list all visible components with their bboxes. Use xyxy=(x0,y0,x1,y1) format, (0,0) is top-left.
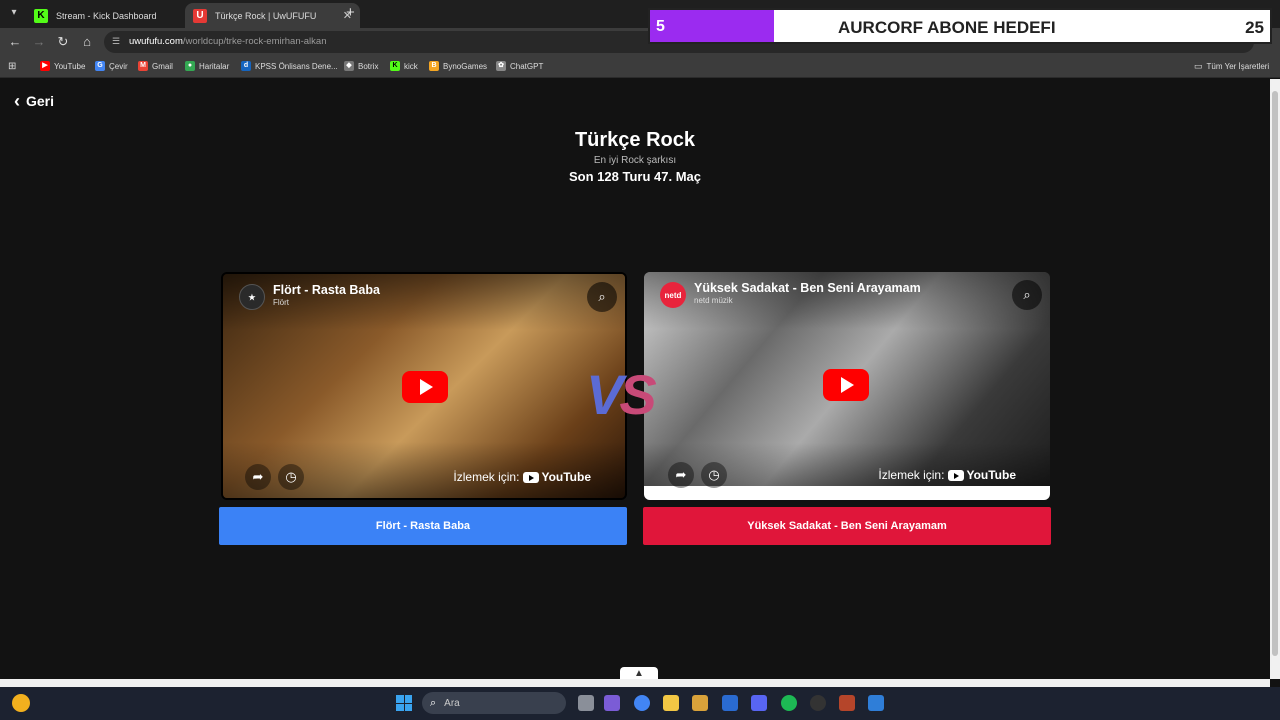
kick-icon: K xyxy=(390,61,400,71)
video-player-right[interactable]: netd Yüksek Sadakat - Ben Seni Arayamam … xyxy=(644,272,1050,500)
page-content: ‹ Geri Türkçe Rock En iyi Rock şarkısı S… xyxy=(0,79,1270,693)
tab-label: Türkçe Rock | UwUFUFU xyxy=(215,10,317,21)
reload-icon[interactable]: ↻ xyxy=(55,34,71,50)
subscriber-goal-overlay: 5 AURCORF ABONE HEDEFI 25 xyxy=(648,8,1272,44)
zoom-in-icon[interactable]: ⌕ xyxy=(1012,280,1042,310)
vertical-scrollbar[interactable] xyxy=(1270,79,1280,679)
app-icon[interactable] xyxy=(868,695,884,711)
windows-start-icon[interactable] xyxy=(396,695,412,711)
goal-progress-fill xyxy=(650,10,774,42)
bynogames-icon: B xyxy=(429,61,439,71)
channel-avatar[interactable]: ★ xyxy=(239,284,265,310)
back-button[interactable]: ‹ Geri xyxy=(14,91,54,111)
goal-target: 25 xyxy=(1245,18,1264,37)
forward-arrow-icon[interactable]: → xyxy=(31,34,47,50)
weather-icon[interactable] xyxy=(12,694,30,712)
gmail-icon: M xyxy=(138,61,148,71)
chevron-left-icon: ‹ xyxy=(14,91,20,111)
chatgpt-icon: ✿ xyxy=(496,61,506,71)
tab-kick-dashboard[interactable]: K Stream - Kick Dashboard ✕ xyxy=(26,3,201,28)
watch-on-youtube[interactable]: İzlemek için: YouTube xyxy=(878,468,1016,482)
horizontal-scrollbar[interactable] xyxy=(0,679,1270,687)
site-info-icon[interactable]: ☰ xyxy=(112,36,124,48)
choose-right-button[interactable]: Yüksek Sadakat - Ben Seni Arayamam xyxy=(643,507,1051,545)
folder-icon: ▭ xyxy=(1194,61,1203,71)
video-player-left[interactable]: ★ Flört - Rasta Baba Flört ⌕ ➦ ◷ İzlemek… xyxy=(221,272,627,500)
bookmark-youtube[interactable]: ▶ YouTube xyxy=(40,61,85,71)
media-app-icon[interactable] xyxy=(692,695,708,711)
video-channel[interactable]: netd müzik xyxy=(694,296,733,305)
obs-icon[interactable] xyxy=(810,695,826,711)
bookmark-kick[interactable]: Kkick xyxy=(390,61,418,71)
apps-icon[interactable]: ⊞ xyxy=(8,61,16,72)
watch-later-icon[interactable]: ◷ xyxy=(278,464,304,490)
bookmarks-bar: ⊞ ▶ YouTube G Çevir M Gmail ● Haritalar d KPS… xyxy=(0,56,1280,78)
round-info: Son 128 Turu 47. Maç xyxy=(569,169,701,184)
watch-later-icon[interactable]: ◷ xyxy=(701,462,727,488)
youtube-logo: YouTube xyxy=(948,468,1016,482)
bookmark-botrix[interactable]: ◆ Botrix xyxy=(344,61,378,71)
bookmark-chatgpt[interactable]: ✿ ChatGPT xyxy=(496,61,543,71)
spotify-icon[interactable] xyxy=(781,695,797,711)
discord-icon[interactable] xyxy=(751,695,767,711)
back-arrow-icon[interactable]: ← xyxy=(7,34,23,50)
channel-avatar[interactable]: netd xyxy=(660,282,686,308)
video-channel[interactable]: Flört xyxy=(273,298,289,307)
game-app-icon[interactable] xyxy=(839,695,855,711)
search-icon: ⌕ xyxy=(430,696,437,709)
youtube-logo: YouTube xyxy=(523,470,591,484)
maps-icon: ● xyxy=(185,61,195,71)
video-title[interactable]: Yüksek Sadakat - Ben Seni Arayamam xyxy=(694,281,921,295)
url-text: uwufufu.com/worldcup/trke-rock-emirhan-a… xyxy=(129,36,327,47)
file-explorer-icon[interactable] xyxy=(663,695,679,711)
play-button-icon[interactable] xyxy=(402,371,448,403)
video-title[interactable]: Flört - Rasta Baba xyxy=(273,283,380,297)
goal-current: 5 xyxy=(656,18,665,35)
tab-search-icon[interactable]: ▾ xyxy=(6,5,22,21)
page-title: Türkçe Rock xyxy=(574,129,696,151)
vs-label: VS xyxy=(586,363,657,426)
worldcup-heading: Türkçe Rock En iyi Rock şarkısı Son 128 … xyxy=(0,129,1270,184)
dc-icon: d xyxy=(241,61,251,71)
task-view-icon[interactable] xyxy=(578,695,594,711)
youtube-icon: ▶ xyxy=(40,61,50,71)
page-subtitle: En iyi Rock şarkısı xyxy=(593,155,677,166)
bookmark-cevir[interactable]: G Çevir xyxy=(95,61,128,71)
tab-label: Stream - Kick Dashboard xyxy=(56,10,157,21)
kick-icon: K xyxy=(34,8,48,23)
play-button-icon[interactable] xyxy=(823,369,869,401)
windows-taskbar: ⌕ Ara xyxy=(0,687,1280,720)
new-tab-button[interactable]: + xyxy=(346,5,355,21)
bookmark-bynogames[interactable]: B BynoGames xyxy=(429,61,487,71)
chrome-icon[interactable] xyxy=(634,695,650,711)
bookmark-gmail[interactable]: M Gmail xyxy=(138,61,173,71)
tab-uwufufu[interactable]: U Türkçe Rock | UwUFUFU ✕ xyxy=(185,3,360,28)
uwufufu-icon: U xyxy=(193,8,207,23)
translate-icon: G xyxy=(95,61,105,71)
bookmark-haritalar[interactable]: ● Haritalar xyxy=(185,61,229,71)
copilot-icon[interactable] xyxy=(604,695,620,711)
taskbar-search[interactable]: ⌕ Ara xyxy=(422,692,566,714)
zoom-in-icon[interactable]: ⌕ xyxy=(587,282,617,312)
bookmark-kpss[interactable]: d KPSS Önlisans Dene... xyxy=(241,61,338,71)
choose-left-button[interactable]: Flört - Rasta Baba xyxy=(219,507,627,545)
botrix-icon: ◆ xyxy=(344,61,354,71)
goal-title: AURCORF ABONE HEDEFI xyxy=(838,18,1056,37)
all-bookmarks[interactable]: ▭ Tüm Yer İşaretleri xyxy=(1194,61,1269,72)
store-icon[interactable] xyxy=(722,695,738,711)
home-icon[interactable]: ⌂ xyxy=(79,34,95,50)
share-icon[interactable]: ➦ xyxy=(668,462,694,488)
share-icon[interactable]: ➦ xyxy=(245,464,271,490)
watch-on-youtube[interactable]: İzlemek için: YouTube xyxy=(453,470,591,484)
